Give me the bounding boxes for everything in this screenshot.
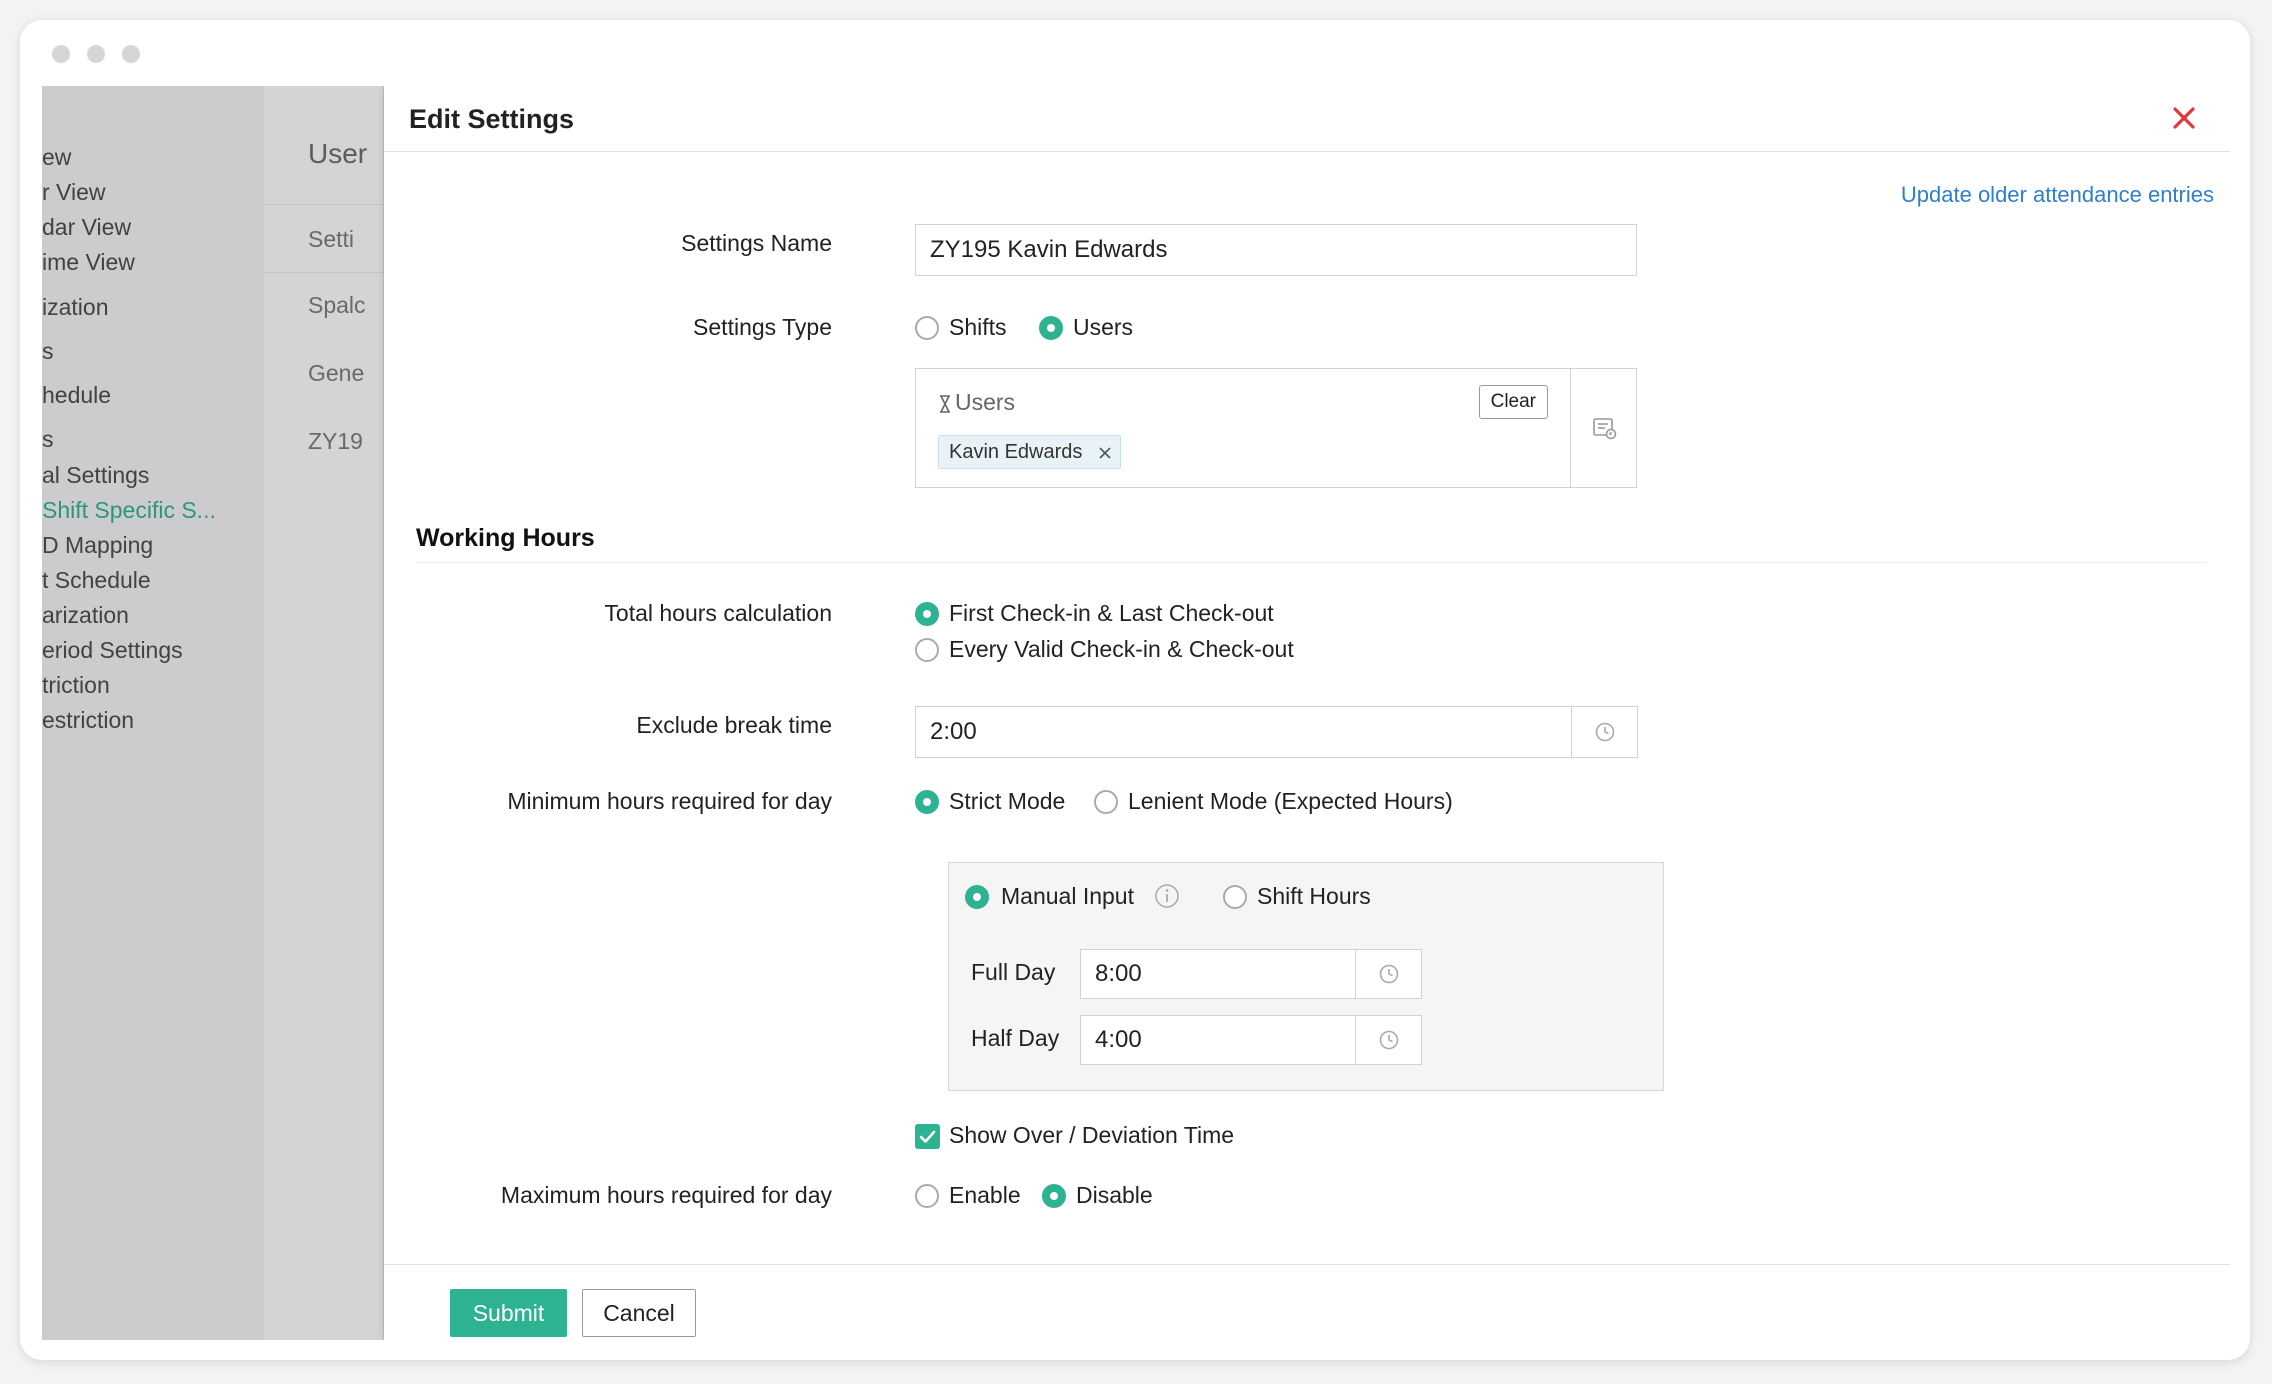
radio-shift-hours-label[interactable]: Shift Hours	[1257, 883, 1371, 910]
clear-button[interactable]: Clear	[1478, 385, 1548, 419]
settings-type-label: Settings Type	[693, 314, 832, 340]
working-hours-title: Working Hours	[416, 524, 595, 552]
show-over-label[interactable]: Show Over / Deviation Time	[949, 1122, 1234, 1149]
radio-disable-label[interactable]: Disable	[1076, 1182, 1153, 1209]
radio-shifts-label[interactable]: Shifts	[949, 314, 1007, 341]
full-day-label: Full Day	[971, 959, 1056, 985]
close-icon	[2173, 107, 2195, 129]
clock-icon	[1595, 722, 1614, 742]
browser-window: ew r View dar View ime View ization s he…	[20, 20, 2250, 1360]
radio-manual-input[interactable]	[965, 885, 989, 909]
window-close-dot[interactable]	[52, 45, 70, 63]
radio-disable[interactable]	[1042, 1184, 1066, 1208]
user-chip-label: Kavin Edwards	[949, 441, 1083, 463]
clock-icon	[1379, 1030, 1398, 1050]
half-day-clock-button[interactable]	[1356, 1015, 1422, 1065]
radio-manual-input-label[interactable]: Manual Input	[1001, 883, 1134, 910]
users-header[interactable]: Users	[938, 389, 1015, 416]
users-selector: Users Clear Kavin Edwards	[915, 368, 1637, 488]
settings-name-label: Settings Name	[681, 230, 832, 256]
clock-icon	[1379, 964, 1398, 984]
show-over-checkbox[interactable]	[915, 1124, 940, 1149]
modal-backdrop[interactable]	[42, 86, 384, 1340]
radio-enable[interactable]	[915, 1184, 939, 1208]
radio-strict-mode-label[interactable]: Strict Mode	[949, 788, 1065, 815]
modal-footer: Submit Cancel	[384, 1264, 2230, 1340]
remove-icon[interactable]	[1098, 446, 1112, 460]
exclude-break-label: Exclude break time	[636, 712, 832, 738]
clock-button[interactable]	[1572, 706, 1638, 758]
user-list-button[interactable]	[1570, 369, 1636, 487]
radio-every-valid-label[interactable]: Every Valid Check-in & Check-out	[949, 636, 1294, 663]
submit-button[interactable]: Submit	[450, 1289, 567, 1337]
total-hours-label: Total hours calculation	[604, 600, 832, 626]
radio-enable-label[interactable]: Enable	[949, 1182, 1021, 1209]
radio-first-last[interactable]	[915, 602, 939, 626]
close-button[interactable]	[2164, 98, 2204, 138]
half-day-input[interactable]	[1080, 1015, 1356, 1065]
radio-first-last-label[interactable]: First Check-in & Last Check-out	[949, 600, 1274, 627]
window-minimize-dot[interactable]	[87, 45, 105, 63]
max-hours-label: Maximum hours required for day	[500, 1182, 832, 1208]
sort-icon	[938, 394, 952, 414]
settings-name-input[interactable]	[915, 224, 1637, 276]
info-icon[interactable]	[1154, 883, 1180, 909]
radio-lenient-mode[interactable]	[1094, 790, 1118, 814]
check-icon	[919, 1130, 936, 1143]
user-list-icon	[1592, 418, 1616, 440]
full-day-input[interactable]	[1080, 949, 1356, 999]
radio-strict-mode[interactable]	[915, 790, 939, 814]
full-day-clock-button[interactable]	[1356, 949, 1422, 999]
window-titlebar	[20, 20, 2250, 86]
user-chip: Kavin Edwards	[938, 435, 1122, 469]
users-header-label: Users	[955, 389, 1016, 415]
radio-shifts[interactable]	[915, 316, 939, 340]
modal-header: Edit Settings	[384, 86, 2230, 152]
radio-users-label[interactable]: Users	[1073, 314, 1133, 341]
half-day-label: Half Day	[971, 1025, 1060, 1051]
exclude-break-input[interactable]	[915, 706, 1572, 758]
window-maximize-dot[interactable]	[122, 45, 140, 63]
min-hours-options-box: Manual Input Shift Hours Full Day 8:00 H…	[948, 862, 1664, 1091]
cancel-button[interactable]: Cancel	[582, 1289, 696, 1337]
radio-lenient-mode-label[interactable]: Lenient Mode (Expected Hours)	[1128, 788, 1453, 815]
radio-shift-hours[interactable]	[1223, 885, 1247, 909]
modal-title: Edit Settings	[409, 104, 575, 134]
radio-users[interactable]	[1039, 316, 1063, 340]
update-older-entries-link[interactable]: Update older attendance entries	[1901, 182, 2214, 208]
min-hours-label: Minimum hours required for day	[507, 788, 832, 814]
app-content: ew r View dar View ime View ization s he…	[42, 86, 2230, 1340]
radio-every-valid[interactable]	[915, 638, 939, 662]
section-divider	[416, 562, 2206, 563]
edit-settings-modal: Edit Settings Update older attendance en…	[384, 86, 2230, 1340]
